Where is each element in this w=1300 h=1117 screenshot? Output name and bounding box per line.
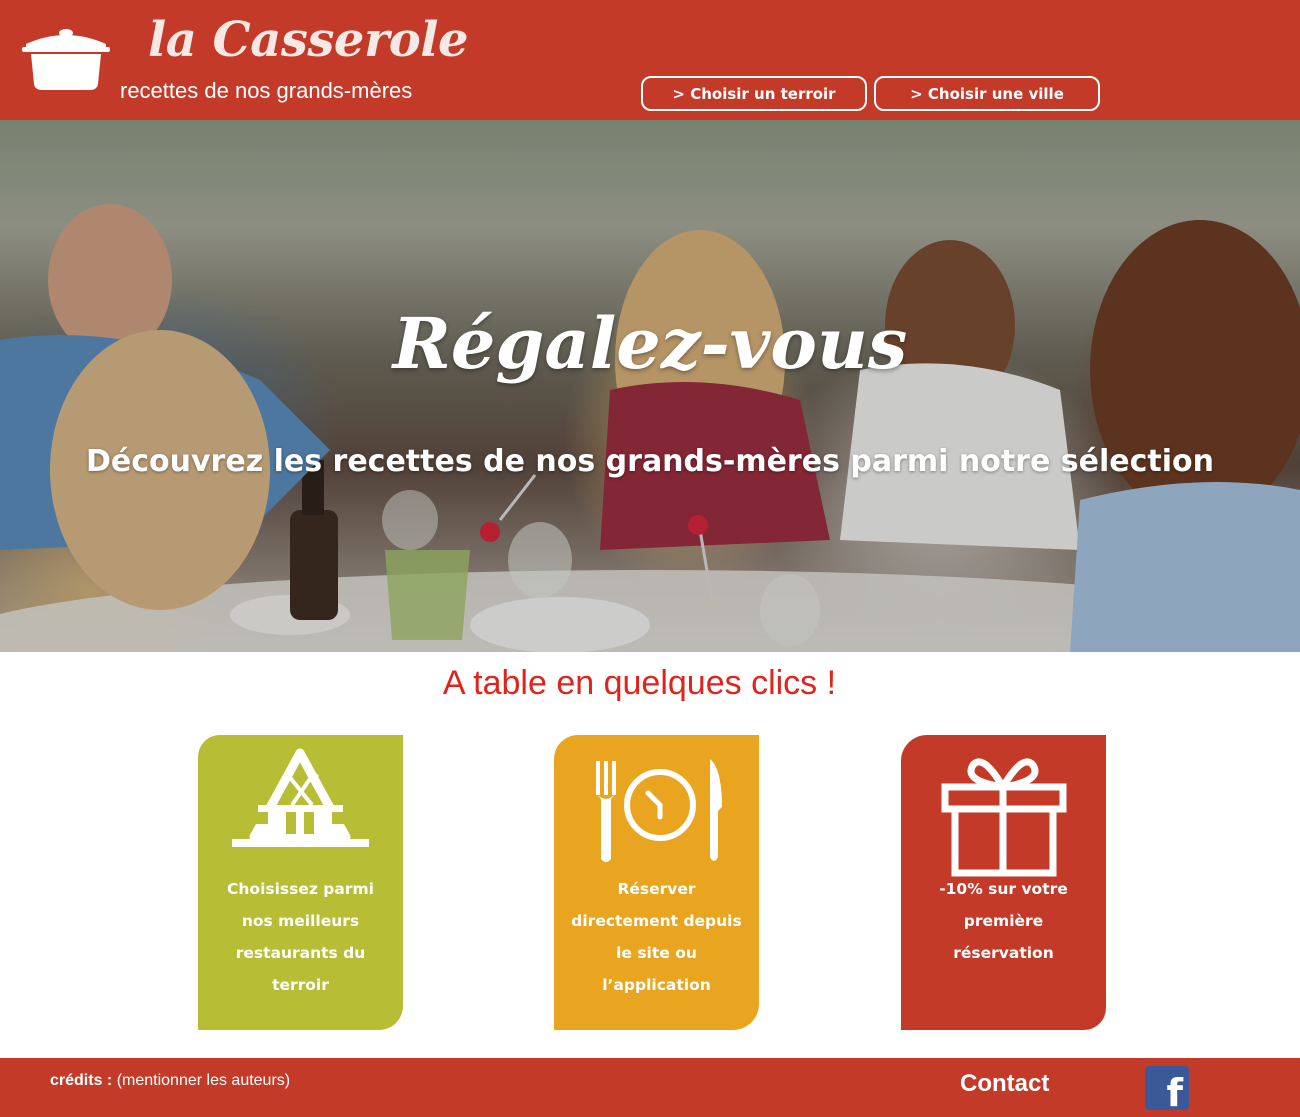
hero-title: Régalez-vous [392, 302, 908, 385]
card-reservation[interactable]: Réserver directement depuis le site ou l… [554, 735, 759, 1030]
card-restaurants-text: Choisissez parmi nos meilleurs restauran… [227, 880, 374, 994]
section-title: A table en quelques clics ! [442, 664, 837, 702]
hero-overlay [0, 120, 1300, 652]
contact-link[interactable]: Contact [960, 1070, 1049, 1098]
clock-cutlery-icon [596, 759, 722, 862]
card-reservation-text: Réserver directement depuis le site ou l… [571, 880, 742, 994]
credits: crédits : (mentionner les auteurs) [50, 1072, 290, 1090]
site-footer: crédits : (mentionner les auteurs) Conta… [0, 1058, 1300, 1117]
credits-text: (mentionner les auteurs) [112, 1072, 291, 1089]
credits-label: crédits : [50, 1072, 113, 1089]
card-discount[interactable]: -10% sur votre première réservation [901, 735, 1106, 1030]
facebook-icon[interactable]: f [1145, 1066, 1189, 1110]
casserole-logo-icon[interactable] [22, 22, 112, 92]
choose-city-button[interactable]: > Choisir une ville [874, 76, 1100, 111]
logo-title[interactable]: la Casserole [148, 12, 469, 68]
site-header: la Casserole recettes de nos grands-mère… [0, 0, 1300, 120]
card-restaurants[interactable]: Choisissez parmi nos meilleurs restauran… [198, 735, 403, 1030]
hero-subtitle: Découvrez les recettes de nos grands-mèr… [86, 444, 1214, 479]
card-discount-text: -10% sur votre première réservation [939, 880, 1068, 962]
choose-terroir-button[interactable]: > Choisir un terroir [641, 76, 867, 111]
logo-subtitle: recettes de nos grands-mères [120, 78, 413, 103]
hero-banner: Régalez-vous Découvrez les recettes de n… [0, 120, 1300, 652]
restaurant-icon [232, 748, 369, 847]
gift-icon [941, 758, 1067, 877]
